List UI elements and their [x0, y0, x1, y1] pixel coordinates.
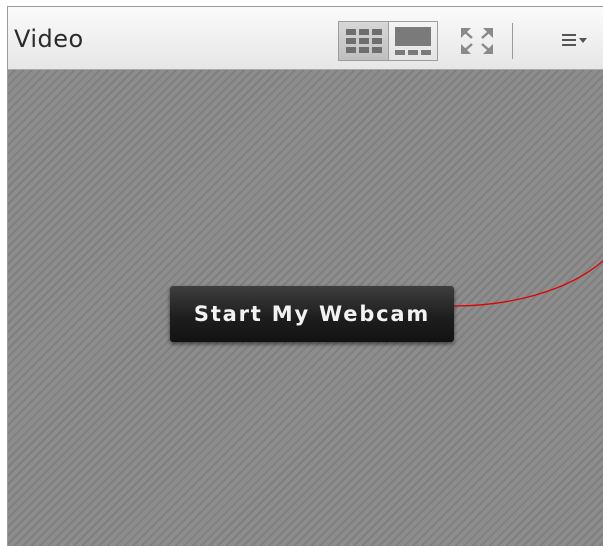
- video-pod: Video Start My Webcam: [7, 6, 603, 546]
- pod-title: Video: [14, 25, 84, 53]
- fullscreen-button[interactable]: [458, 25, 496, 57]
- toolbar-divider: [512, 23, 513, 59]
- start-webcam-button[interactable]: Start My Webcam: [170, 286, 454, 342]
- video-stage: Start My Webcam: [8, 70, 603, 546]
- layout-toggle: [338, 21, 440, 61]
- pod-menu-button[interactable]: [558, 29, 590, 53]
- single-view-button[interactable]: [388, 21, 438, 61]
- grid-view-button[interactable]: [338, 21, 388, 61]
- grid-view-icon: [345, 29, 382, 53]
- menu-icon: [562, 34, 587, 46]
- pod-titlebar: Video: [8, 7, 603, 70]
- fullscreen-icon: [461, 28, 493, 54]
- video-pod-frame: Video Start My Webcam: [0, 0, 603, 546]
- single-view-icon: [395, 27, 431, 55]
